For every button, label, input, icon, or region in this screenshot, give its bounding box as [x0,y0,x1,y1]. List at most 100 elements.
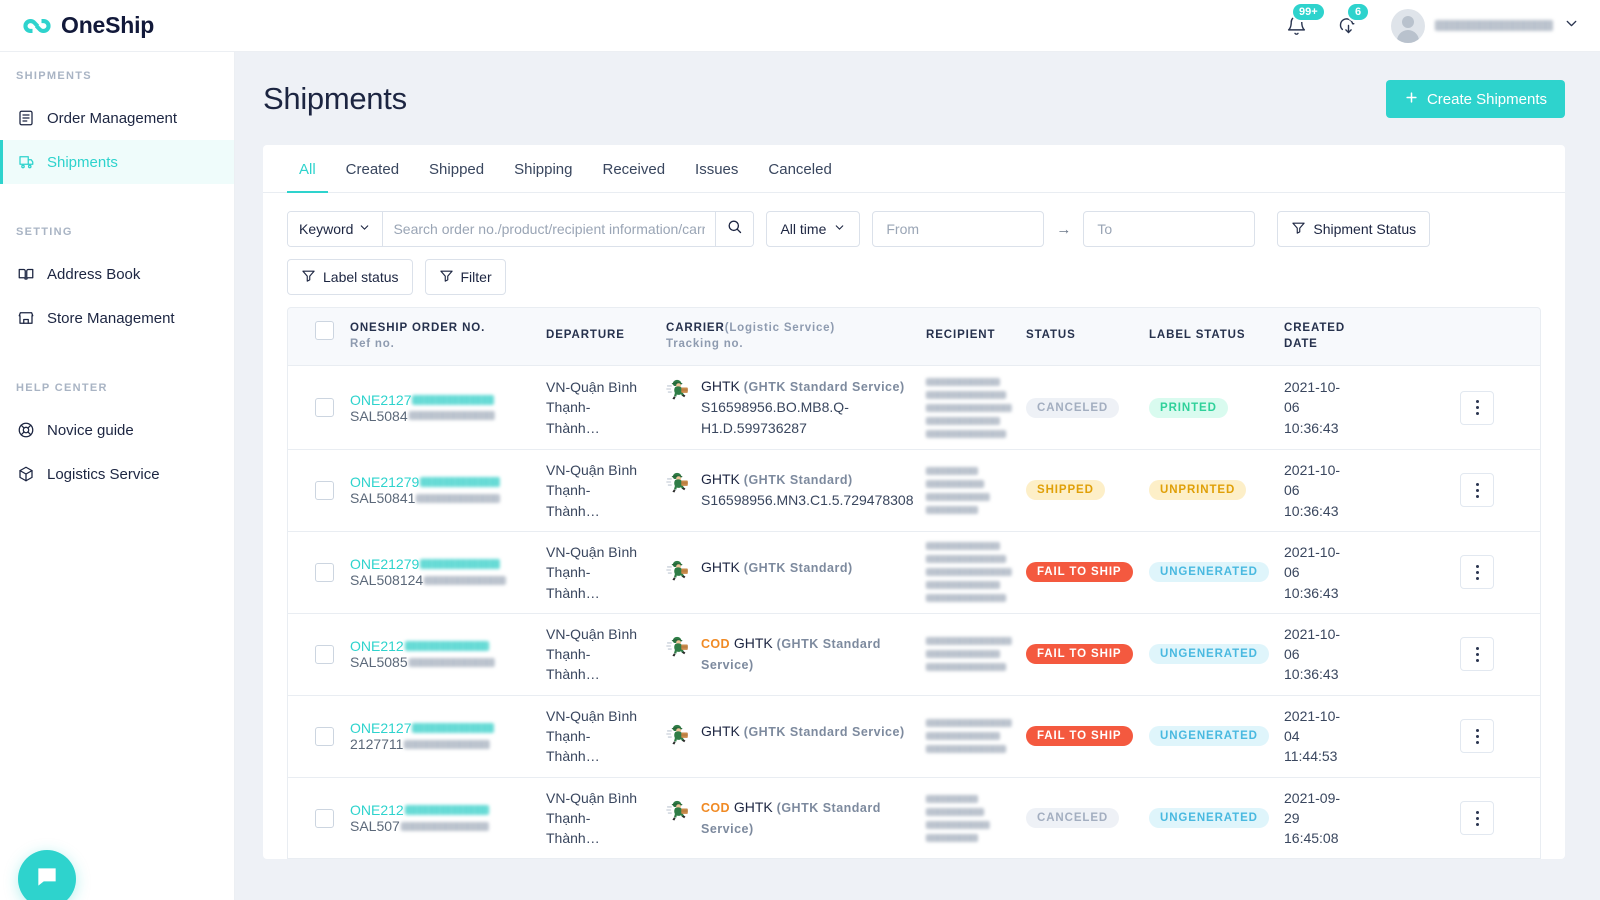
table-row[interactable]: ONE21279 SAL508124 VN-Quận Bình Thạnh- Th… [287,531,1541,614]
cell-actions [1414,390,1540,425]
table-row[interactable]: ONE21279 SAL50841 VN-Quận Bình Thạnh- Thà… [287,450,1541,532]
carrier-name: GHTK [701,558,740,575]
chat-widget-button[interactable] [18,850,76,900]
row-select-cell [288,644,350,664]
recipient-line-redacted [926,390,1006,399]
plus-icon [1404,90,1419,109]
tab-all[interactable]: All [287,145,328,193]
top-bar: OneShip 99+ 6 [0,0,1600,52]
downloads-badge: 6 [1348,3,1369,20]
search-group: Keyword [287,211,755,247]
sidebar-item-order-management[interactable]: Order Management [0,96,234,140]
sidebar: SHIPMENTS Order Management Shipments SET… [0,52,235,900]
tab-canceled[interactable]: Canceled [756,145,843,193]
ref-no-redacted [400,821,489,831]
row-actions-button[interactable] [1460,719,1494,754]
create-shipments-button[interactable]: Create Shipments [1385,80,1565,118]
top-bar-right: 99+ 6 [1283,3,1580,43]
order-no-link[interactable]: ONE21279 [350,556,546,572]
created-time: 10:36:43 [1284,584,1339,601]
recipient-line-redacted [926,794,978,803]
select-all-checkbox[interactable] [314,321,334,340]
sidebar-section-help-center-label: HELP CENTER [16,382,108,394]
time-range-select[interactable]: All time [766,211,861,247]
ref-no: SAL507 [350,818,546,834]
cell-label-status: UNGENERATED [1149,562,1284,583]
status-badge: FAIL TO SHIP [1026,562,1133,583]
order-no-link[interactable]: ONE2127 [350,720,546,736]
carrier-service: (GHTK Standard) [743,560,853,575]
cell-recipient [926,719,1026,754]
sidebar-item-address-book[interactable]: Address Book [0,252,234,296]
shipments-table: ONESHIP ORDER NO. Ref no. DEPARTURE CARR… [287,307,1541,860]
row-select-checkbox[interactable] [314,562,334,582]
filter-button[interactable]: Filter [424,259,506,295]
tab-received[interactable]: Received [591,145,678,193]
status-badge: FAIL TO SHIP [1026,644,1133,665]
date-to-field[interactable] [1083,211,1256,247]
label-status-badge: UNGENERATED [1149,644,1269,665]
table-row[interactable]: ONE212 SAL507 VN-Quận Bình Thạnh- Thành… … [287,777,1541,860]
date-from-input[interactable] [886,221,1031,237]
tab-shipped[interactable]: Shipped [417,145,496,193]
order-no-link[interactable]: ONE21279 [350,474,546,490]
tab-issues[interactable]: Issues [683,145,750,193]
row-actions-button[interactable] [1460,637,1494,672]
recipient-line-redacted [926,403,1012,412]
order-no-link[interactable]: ONE2127 [350,392,546,408]
label-status-filter-button[interactable]: Label status [287,259,413,295]
ref-no: SAL508124 [350,572,546,588]
chevron-down-icon [358,221,371,237]
search-button[interactable] [715,212,754,246]
row-select-cell [288,480,350,500]
recipient-line-redacted [926,745,1006,754]
row-actions-button[interactable] [1460,555,1494,590]
recipient-line-redacted [926,594,1006,603]
table-row[interactable]: ONE212 SAL5085 VN-Quận Bình Thạnh- Thành…… [287,613,1541,696]
table-row[interactable]: ONE2127 SAL5084 VN-Quận Bình Thạnh- Thành… [287,366,1541,451]
tab-created[interactable]: Created [334,145,411,193]
row-actions-button[interactable] [1460,473,1494,508]
order-no-text: ONE212 [350,802,404,819]
row-select-checkbox[interactable] [314,644,334,664]
sidebar-item-label: Order Management [47,109,178,127]
row-select-checkbox[interactable] [314,398,334,418]
row-actions-button[interactable] [1460,390,1494,425]
notifications-button[interactable]: 99+ [1283,3,1324,39]
brand-logo[interactable]: OneShip [22,11,154,41]
date-to-input[interactable] [1097,221,1242,237]
carrier-name: GHTK [701,471,740,488]
sidebar-item-store-management[interactable]: Store Management [0,296,234,340]
cell-status: SHIPPED [1026,480,1149,501]
filter-row-secondary: Label status Filter [287,259,1541,295]
user-menu[interactable] [1391,8,1580,43]
sidebar-item-novice-guide[interactable]: Novice guide [0,408,234,452]
shipment-status-filter-button[interactable]: Shipment Status [1277,211,1431,247]
order-no-redacted [420,559,501,570]
courier-icon [666,557,692,588]
search-input[interactable] [383,212,716,246]
cell-recipient [926,637,1026,672]
row-select-checkbox[interactable] [314,808,334,828]
table-row[interactable]: ONE2127 2127711 VN-Quận Bình Thạnh- Thành… [287,695,1541,778]
row-select-checkbox[interactable] [314,480,334,500]
ref-no-redacted [416,493,501,503]
row-select-checkbox[interactable] [314,726,334,746]
row-actions-button[interactable] [1460,801,1494,836]
truck-box-icon [16,153,35,172]
order-no-link[interactable]: ONE212 [350,638,546,654]
carrier-name: GHTK [701,378,740,395]
sidebar-item-shipments[interactable]: Shipments [0,140,234,184]
sidebar-item-logistics-service[interactable]: Logistics Service [0,452,234,496]
keyword-select[interactable]: Keyword [288,212,384,246]
cell-actions [1414,637,1540,672]
order-no-text: ONE2127 [350,720,412,737]
col-created-date: CREATED DATE [1284,322,1346,350]
order-no-link[interactable]: ONE212 [350,802,546,818]
tab-shipping[interactable]: Shipping [502,145,584,193]
date-from-field[interactable] [872,211,1045,247]
app-root: OneShip 99+ 6 SHIPMENTS Order Management… [0,0,1600,900]
downloads-button[interactable]: 6 [1335,3,1369,39]
chevron-down-icon [833,221,846,237]
row-select-cell [288,398,350,418]
